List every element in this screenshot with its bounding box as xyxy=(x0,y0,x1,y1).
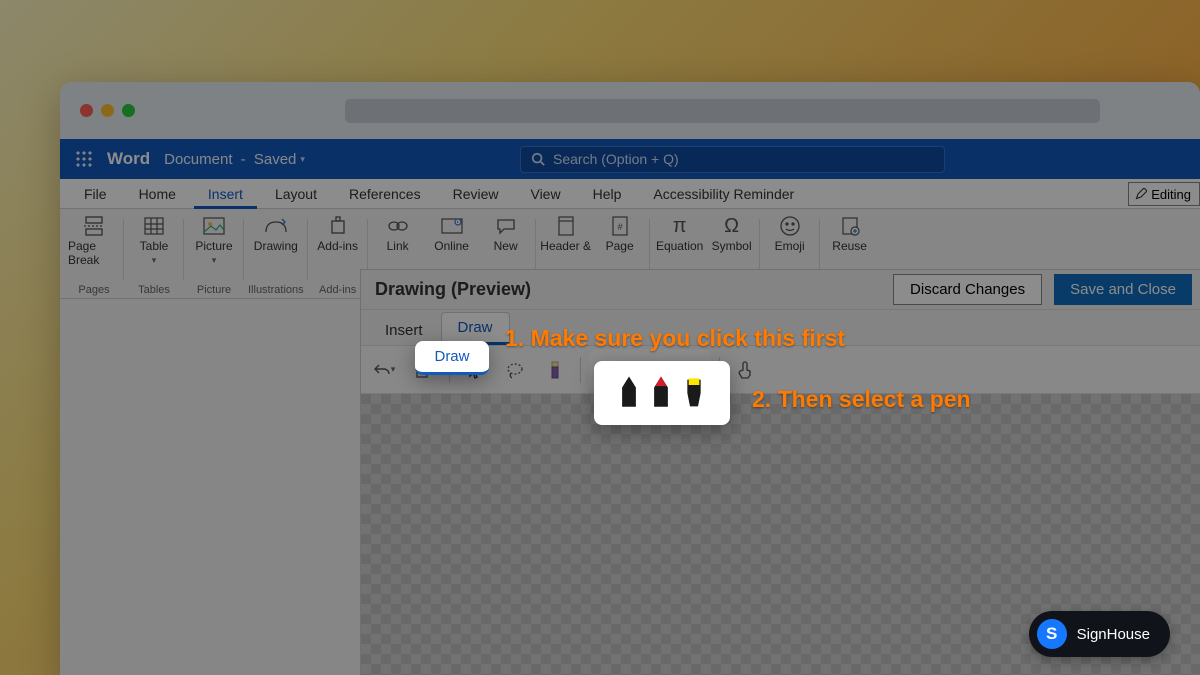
page-break-button[interactable]: Page Break xyxy=(68,215,120,267)
highlight-draw-label: Draw xyxy=(434,348,469,365)
app-name: Word xyxy=(107,149,150,169)
search-icon xyxy=(531,152,545,166)
drawing-panel-header: Drawing (Preview) Discard Changes Save a… xyxy=(361,270,1200,310)
highlight-draw-tab[interactable]: Draw xyxy=(415,341,489,375)
editing-mode-button[interactable]: Editing xyxy=(1128,182,1200,206)
signhouse-logo-icon: S xyxy=(1037,619,1067,649)
picture-button[interactable]: Picture ▾ xyxy=(188,215,240,266)
equation-icon: π xyxy=(667,215,693,237)
browser-chrome xyxy=(60,82,1200,139)
addins-button[interactable]: Add-ins xyxy=(312,215,364,253)
pen-yellow-icon xyxy=(682,372,706,414)
tab-home[interactable]: Home xyxy=(125,179,190,209)
search-placeholder: Search (Option + Q) xyxy=(553,151,679,167)
discard-changes-button[interactable]: Discard Changes xyxy=(893,274,1042,305)
equation-button[interactable]: π Equation xyxy=(654,215,706,253)
highlight-pen-group[interactable] xyxy=(594,361,730,425)
symbol-icon: Ω xyxy=(719,215,745,237)
chevron-down-icon: ▾ xyxy=(152,255,157,266)
eraser-tool[interactable] xyxy=(538,353,572,387)
table-icon xyxy=(141,215,167,237)
link-icon xyxy=(385,215,411,237)
ribbon-group-addins: Add-ins Add-ins xyxy=(308,213,368,298)
tab-review[interactable]: Review xyxy=(439,179,513,209)
tab-file[interactable]: File xyxy=(70,179,121,209)
chevron-down-icon: ▾ xyxy=(391,364,396,375)
svg-text:#: # xyxy=(617,222,622,232)
page-break-icon xyxy=(81,215,107,237)
drawing-icon xyxy=(263,215,289,237)
touch-draw-toggle[interactable] xyxy=(728,353,762,387)
tab-layout[interactable]: Layout xyxy=(261,179,331,209)
ribbon-tabs: File Home Insert Layout References Revie… xyxy=(60,179,1200,209)
ribbon-group-label: Pages xyxy=(78,284,109,298)
online-video-button[interactable]: Online xyxy=(426,215,478,253)
ribbon-group-label: Add-ins xyxy=(319,284,356,298)
separator xyxy=(580,357,581,383)
traffic-lights xyxy=(80,104,135,117)
tab-accessibility[interactable]: Accessibility Reminder xyxy=(639,179,808,209)
comment-icon xyxy=(493,215,519,237)
annotation-step-1: 1. Make sure you click this first xyxy=(505,325,845,352)
header-footer-button[interactable]: Header & xyxy=(540,215,592,253)
pen-black-icon xyxy=(618,372,640,414)
page-number-button[interactable]: # Page xyxy=(594,215,646,253)
document-name[interactable]: Document - Saved ▾ xyxy=(164,151,305,168)
app-launcher-icon[interactable] xyxy=(75,150,93,168)
chevron-down-icon: ▾ xyxy=(300,154,305,165)
url-bar[interactable] xyxy=(345,99,1100,123)
emoji-icon xyxy=(777,215,803,237)
picture-icon xyxy=(201,215,227,237)
window-maximize-button[interactable] xyxy=(122,104,135,117)
page-number-icon: # xyxy=(607,215,633,237)
ribbon-group-label: Tables xyxy=(138,284,170,298)
search-bar[interactable]: Search (Option + Q) xyxy=(520,146,945,173)
pen-red-icon xyxy=(650,372,672,414)
tab-help[interactable]: Help xyxy=(579,179,636,209)
table-button[interactable]: Table ▾ xyxy=(128,215,180,266)
emoji-button[interactable]: Emoji xyxy=(764,215,816,253)
save-status: Saved xyxy=(254,151,297,168)
online-video-icon xyxy=(439,215,465,237)
tab-view[interactable]: View xyxy=(516,179,574,209)
signhouse-label: SignHouse xyxy=(1077,626,1150,643)
ribbon-group-pages: Page Break Pages xyxy=(64,213,124,298)
tab-references[interactable]: References xyxy=(335,179,435,209)
save-and-close-button[interactable]: Save and Close xyxy=(1054,274,1192,305)
ribbon-group-label: Illustrations xyxy=(248,284,304,298)
drawing-panel-title: Drawing (Preview) xyxy=(375,279,531,300)
chevron-down-icon: ▾ xyxy=(212,255,217,266)
ribbon-group-label: Picture xyxy=(197,284,231,298)
link-button[interactable]: Link xyxy=(372,215,424,253)
ribbon-group-illustrations: Drawing Illustrations xyxy=(244,213,308,298)
annotation-step-2: 2. Then select a pen xyxy=(752,386,971,413)
window-close-button[interactable] xyxy=(80,104,93,117)
tab-insert[interactable]: Insert xyxy=(194,179,257,209)
window-minimize-button[interactable] xyxy=(101,104,114,117)
addins-icon xyxy=(325,215,351,237)
symbol-button[interactable]: Ω Symbol xyxy=(708,215,756,253)
drawing-button[interactable]: Drawing xyxy=(250,215,302,253)
pencil-icon xyxy=(1135,188,1147,200)
ribbon-group-tables: Table ▾ Tables xyxy=(124,213,184,298)
reuse-button[interactable]: Reuse xyxy=(824,215,876,253)
editing-mode-label: Editing xyxy=(1151,187,1191,202)
word-titlebar: Word Document - Saved ▾ Search (Option +… xyxy=(60,139,1200,179)
undo-button[interactable]: ▾ xyxy=(367,353,401,387)
header-icon xyxy=(553,215,579,237)
new-comment-button[interactable]: New xyxy=(480,215,532,253)
lasso-tool[interactable] xyxy=(498,353,532,387)
reuse-icon xyxy=(837,215,863,237)
ribbon-group-picture: Picture ▾ Picture xyxy=(184,213,244,298)
doc-name-text: Document xyxy=(164,151,232,168)
signhouse-badge[interactable]: S SignHouse xyxy=(1029,611,1170,657)
